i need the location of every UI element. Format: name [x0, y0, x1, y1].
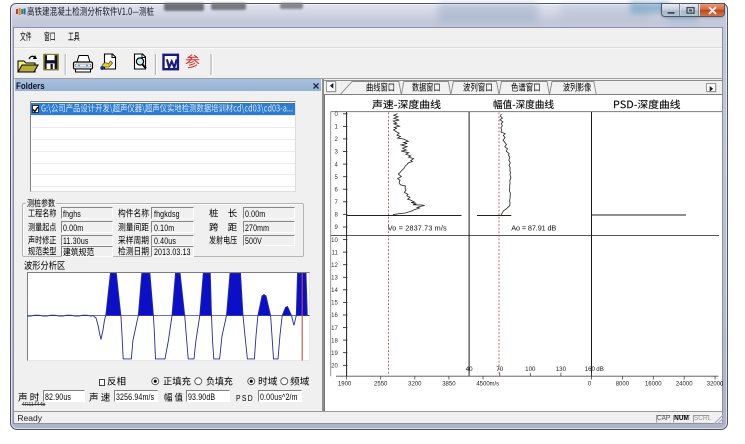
svg-text:20: 20: [331, 364, 338, 370]
svg-text:0: 0: [334, 112, 338, 118]
svg-text:2: 2: [334, 137, 338, 143]
svg-text:10: 10: [331, 238, 338, 244]
svg-text:16000: 16000: [645, 381, 662, 387]
svg-text:9: 9: [334, 225, 338, 231]
svg-text:70: 70: [496, 366, 503, 373]
svg-text:12: 12: [331, 263, 338, 269]
svg-text:u: u: [720, 381, 723, 387]
svg-text:11: 11: [332, 250, 339, 256]
svg-text:0: 0: [588, 381, 592, 387]
svg-text:Ao = 87.91 dB: Ao = 87.91 dB: [511, 224, 556, 233]
svg-text:3850: 3850: [442, 381, 456, 387]
svg-text:5: 5: [334, 175, 338, 181]
svg-text:130: 130: [556, 366, 567, 373]
svg-text:24000: 24000: [676, 381, 693, 387]
svg-text:14: 14: [331, 288, 338, 294]
svg-text:1: 1: [334, 125, 338, 131]
svg-text:40: 40: [466, 366, 473, 373]
svg-text:8000: 8000: [616, 381, 630, 387]
svg-text:18: 18: [331, 338, 338, 344]
svg-text:6: 6: [334, 187, 338, 193]
svg-text:13: 13: [331, 276, 338, 282]
svg-text:17: 17: [331, 326, 338, 332]
svg-text:1900: 1900: [338, 381, 352, 387]
svg-text:16: 16: [331, 313, 338, 319]
svg-text:19: 19: [331, 351, 338, 357]
svg-text:3: 3: [334, 150, 338, 156]
svg-text:100: 100: [525, 366, 536, 373]
svg-text:4: 4: [334, 162, 338, 168]
svg-text:3200: 3200: [408, 381, 422, 387]
svg-text:Vo = 2837.73 m/s: Vo = 2837.73 m/s: [388, 224, 447, 233]
svg-text:7: 7: [334, 200, 338, 206]
svg-text:8: 8: [334, 213, 338, 219]
svg-text:2550: 2550: [374, 381, 388, 387]
svg-text:4500: 4500: [476, 381, 490, 387]
svg-text:15: 15: [331, 301, 338, 307]
svg-text:160: 160: [585, 366, 596, 373]
svg-text:m/s: m/s: [490, 381, 500, 387]
svg-text:dB: dB: [596, 366, 604, 373]
